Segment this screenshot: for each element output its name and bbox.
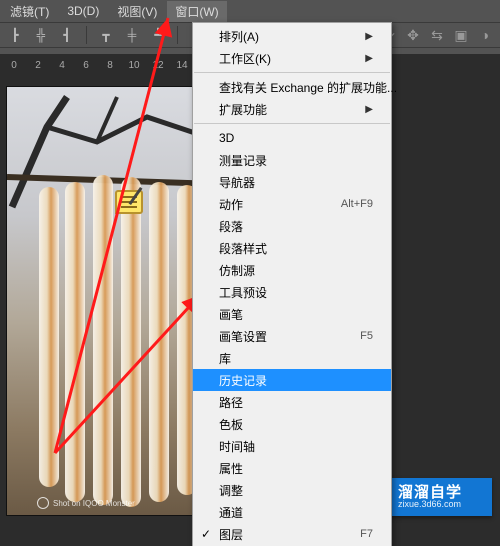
menu-item-label: 工作区(K) xyxy=(219,50,271,67)
align-right-icon[interactable]: ┫ xyxy=(58,26,76,44)
menu-item-label: 仿制源 xyxy=(219,262,255,279)
ruler-tick: 12 xyxy=(148,60,168,71)
menu-item-16[interactable]: 库 xyxy=(193,347,391,369)
camera-icon[interactable]: ▣ xyxy=(452,27,470,43)
dolly-icon[interactable]: ⇆ xyxy=(428,27,446,43)
menu-item-label: 扩展功能 xyxy=(219,101,267,118)
menu-item-10[interactable]: 段落 xyxy=(193,215,391,237)
menu-shortcut: F7 xyxy=(360,528,373,540)
menu-item-9[interactable]: 动作 Alt+F9 xyxy=(193,193,391,215)
hanging-strip xyxy=(93,175,113,505)
menu-window[interactable]: 窗口(W) xyxy=(167,1,226,22)
ruler-tick: 10 xyxy=(124,60,144,71)
menu-item-6[interactable]: 3D xyxy=(193,127,391,149)
menu-item-label: 库 xyxy=(219,350,231,367)
ruler-tick: 8 xyxy=(100,60,120,71)
ruler-tick: 0 xyxy=(4,60,24,71)
menu-item-20[interactable]: 时间轴 xyxy=(193,435,391,457)
menu-item-label: 图层 xyxy=(219,526,243,543)
menu-item-label: 时间轴 xyxy=(219,438,255,455)
menu-item-label: 色板 xyxy=(219,416,243,433)
menu-item-label: 工具预设 xyxy=(219,284,267,301)
menu-item-8[interactable]: 导航器 xyxy=(193,171,391,193)
menu-item-15[interactable]: 画笔设置 F5 xyxy=(193,325,391,347)
ruler-tick: 14 xyxy=(172,60,192,71)
menu-filter[interactable]: 滤镜(T) xyxy=(2,1,57,22)
submenu-arrow-icon: ▶ xyxy=(365,53,373,64)
menu-item-label: 画笔 xyxy=(219,306,243,323)
menu-item-21[interactable]: 属性 xyxy=(193,457,391,479)
menubar: 滤镜(T) 3D(D) 视图(V) 窗口(W) xyxy=(0,0,500,22)
menu-item-17[interactable]: 历史记录 xyxy=(193,369,391,391)
menu-item-label: 查找有关 Exchange 的扩展功能... xyxy=(219,79,397,96)
light-icon[interactable]: ◑ xyxy=(476,27,494,43)
hanging-strip xyxy=(149,182,169,502)
distribute-top-icon[interactable]: ┳ xyxy=(97,26,115,44)
ruler-tick: 4 xyxy=(52,60,72,71)
menu-item-label: 段落 xyxy=(219,218,243,235)
align-left-icon[interactable]: ┣ xyxy=(6,26,24,44)
menu-item-18[interactable]: 路径 xyxy=(193,391,391,413)
menu-3d[interactable]: 3D(D) xyxy=(59,2,107,20)
menu-item-3[interactable]: 查找有关 Exchange 的扩展功能... xyxy=(193,76,391,98)
menu-item-label: 通道 xyxy=(219,504,243,521)
ruler-tick: 2 xyxy=(28,60,48,71)
ruler-tick: 6 xyxy=(76,60,96,71)
watermark-brand: 溜溜自学 xyxy=(398,485,462,500)
menu-item-label: 画笔设置 xyxy=(219,328,267,345)
hanging-strip xyxy=(39,187,59,487)
pan-icon[interactable]: ✥ xyxy=(404,27,422,43)
menu-item-label: 3D xyxy=(219,131,234,145)
submenu-arrow-icon: ▶ xyxy=(365,104,373,115)
align-center-h-icon[interactable]: ╬ xyxy=(32,26,50,44)
submenu-arrow-icon: ▶ xyxy=(365,31,373,42)
distribute-v-icon[interactable]: ╪ xyxy=(123,26,141,44)
menu-item-label: 导航器 xyxy=(219,174,255,191)
distribute-bottom-icon[interactable]: ┻ xyxy=(149,26,167,44)
menu-item-label: 测量记录 xyxy=(219,152,267,169)
check-icon: ✓ xyxy=(201,527,211,541)
menu-item-24[interactable]: ✓ 图层 F7 xyxy=(193,523,391,545)
menu-item-label: 排列(A) xyxy=(219,28,259,45)
menu-item-label: 路径 xyxy=(219,394,243,411)
shot-on-label: Shot on IQOO Monster xyxy=(37,497,135,509)
menu-item-7[interactable]: 测量记录 xyxy=(193,149,391,171)
menu-item-1[interactable]: 工作区(K) ▶ xyxy=(193,47,391,69)
menu-item-label: 动作 xyxy=(219,196,243,213)
menu-shortcut: F5 xyxy=(360,330,373,342)
menu-item-label: 调整 xyxy=(219,482,243,499)
menu-item-label: 属性 xyxy=(219,460,243,477)
menu-shortcut: Alt+F9 xyxy=(341,198,373,210)
menu-item-19[interactable]: 色板 xyxy=(193,413,391,435)
menu-item-14[interactable]: 画笔 xyxy=(193,303,391,325)
menu-item-11[interactable]: 段落样式 xyxy=(193,237,391,259)
window-menu-dropdown: 排列(A) ▶ 工作区(K) ▶ 查找有关 Exchange 的扩展功能... 扩展功能 ▶… xyxy=(192,22,392,546)
menu-item-23[interactable]: 通道 xyxy=(193,501,391,523)
menu-item-0[interactable]: 排列(A) ▶ xyxy=(193,25,391,47)
hanging-strip xyxy=(65,182,85,502)
menu-item-4[interactable]: 扩展功能 ▶ xyxy=(193,98,391,120)
menu-item-label: 段落样式 xyxy=(219,240,267,257)
menu-item-13[interactable]: 工具预设 xyxy=(193,281,391,303)
menu-item-label: 历史记录 xyxy=(219,372,267,389)
hanging-strip xyxy=(121,177,141,507)
menu-item-22[interactable]: 调整 xyxy=(193,479,391,501)
menu-item-12[interactable]: 仿制源 xyxy=(193,259,391,281)
menu-view[interactable]: 视图(V) xyxy=(109,1,165,22)
watermark-url: zixue.3d66.com xyxy=(398,500,462,509)
